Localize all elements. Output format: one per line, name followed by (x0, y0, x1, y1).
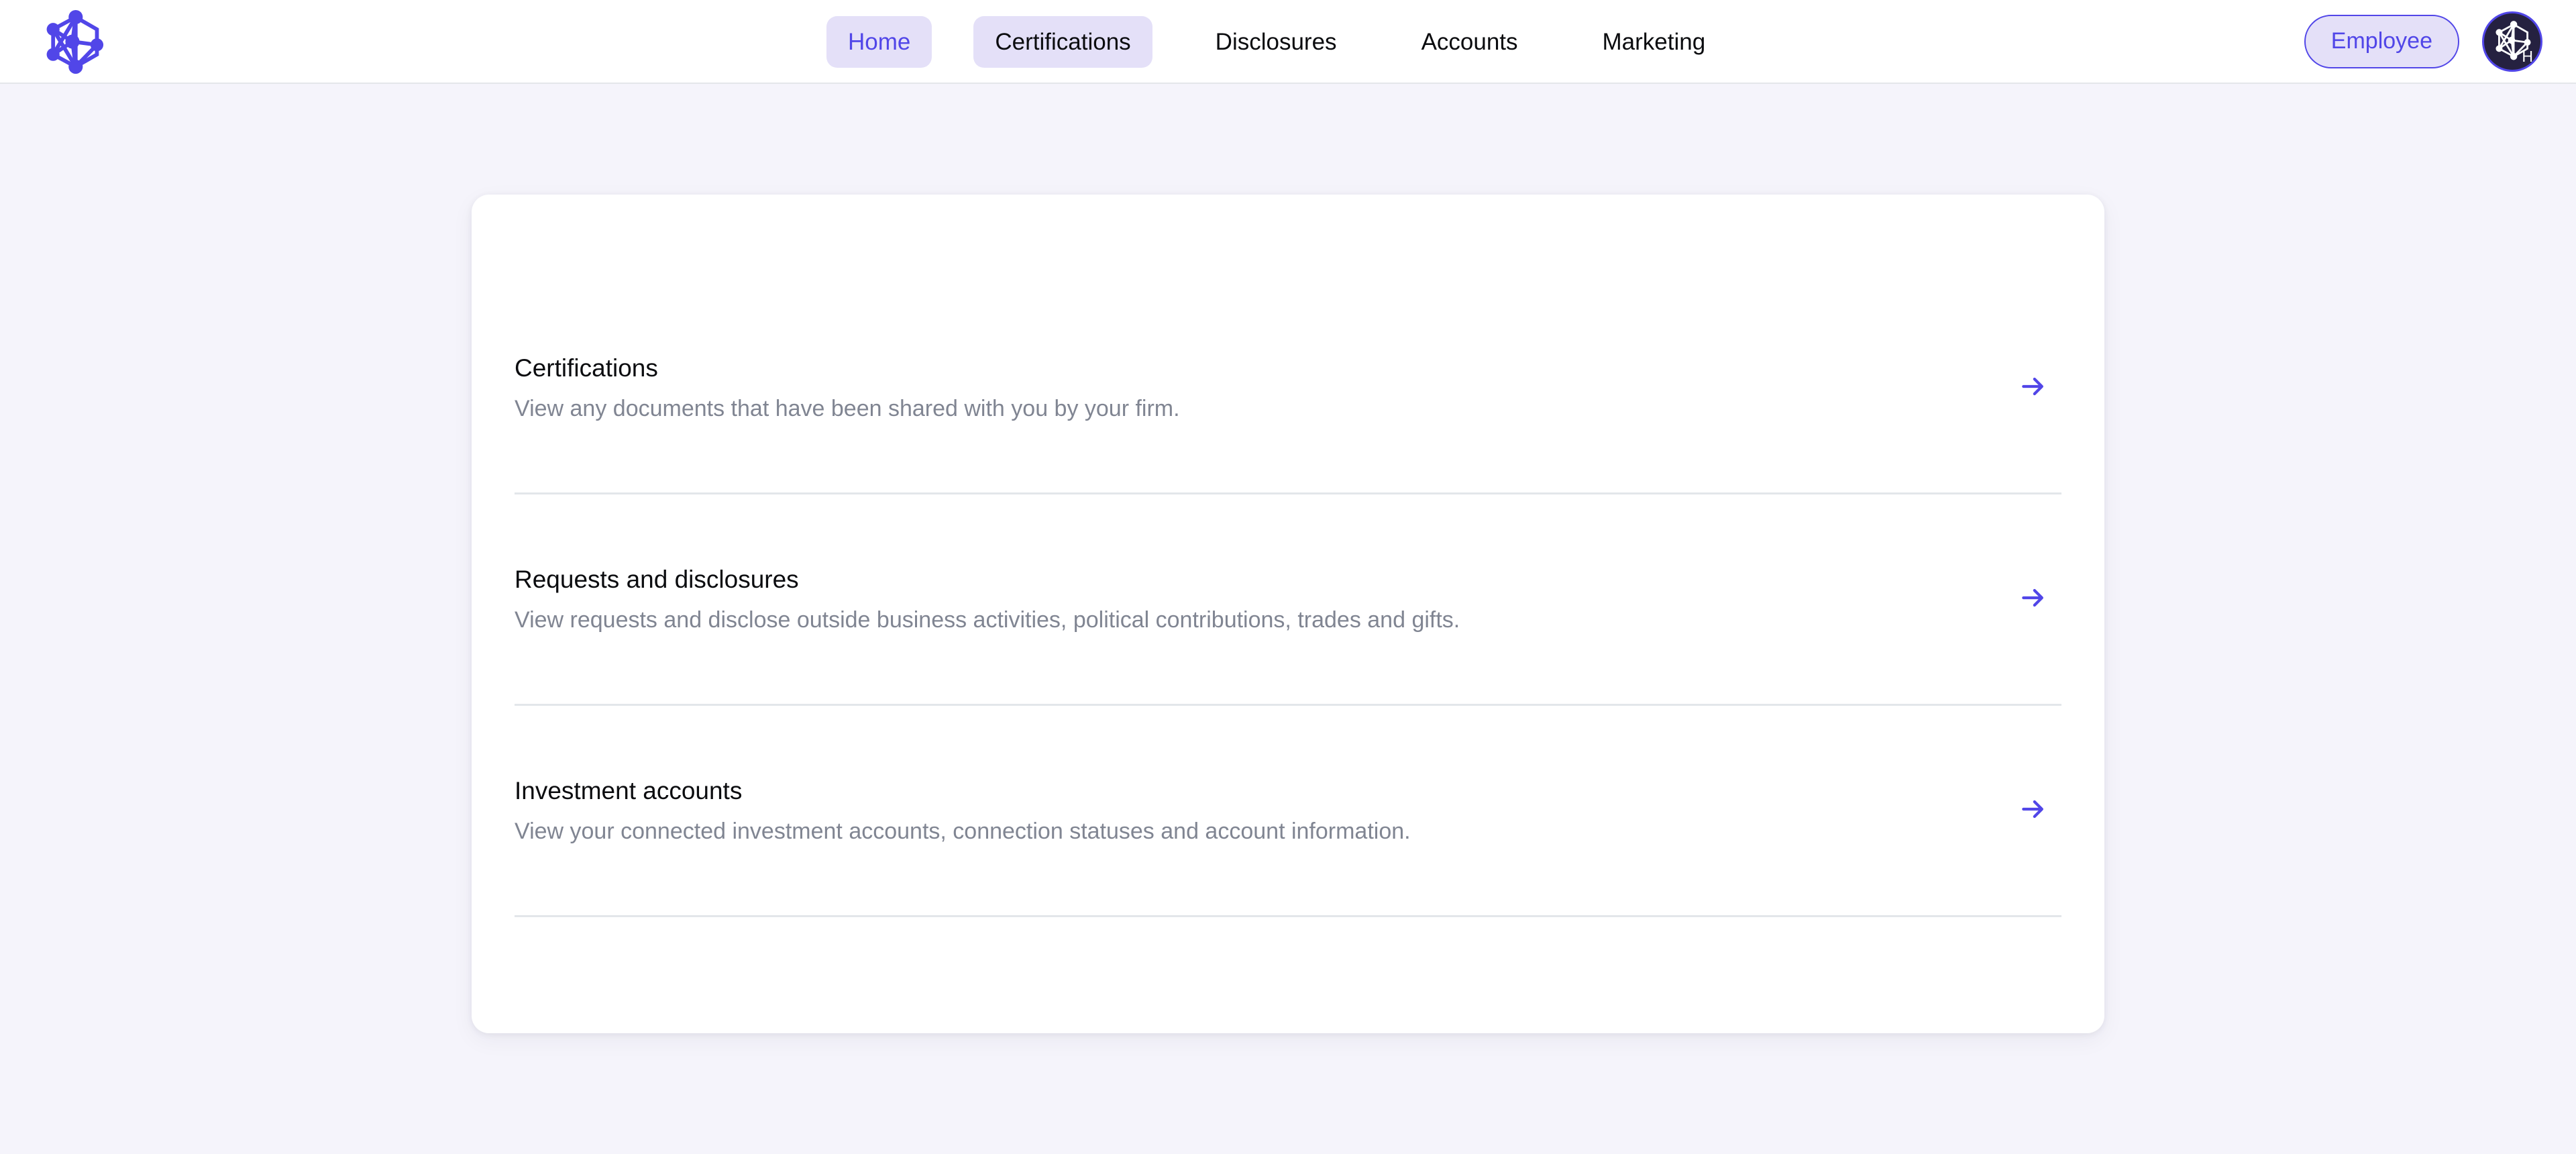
section-description: View your connected investment accounts,… (515, 819, 1411, 844)
section-description: View any documents that have been shared… (515, 396, 1180, 421)
app-header: Home Certifications Disclosures Accounts… (0, 0, 2576, 84)
section-row-certifications: Certifications View any documents that h… (515, 195, 2061, 420)
home-sections-card: Certifications View any documents that h… (472, 195, 2104, 1033)
section-title: Certifications (515, 354, 658, 382)
section-row-requests-and-disclosures: Requests and disclosures View requests a… (515, 494, 2061, 631)
role-badge-employee[interactable]: Employee (2304, 14, 2459, 68)
section-row-text: Requests and disclosures View requests a… (515, 567, 1460, 631)
section-divider (515, 915, 2061, 917)
section-description: View requests and disclose outside busin… (515, 607, 1460, 633)
nav-item-marketing[interactable]: Marketing (1581, 16, 1727, 68)
section-row-text: Certifications View any documents that h… (515, 356, 1180, 420)
header-actions: Employee H (2304, 11, 2542, 72)
main-navigation: Home Certifications Disclosures Accounts… (826, 0, 1727, 84)
user-avatar[interactable]: H (2482, 11, 2542, 72)
arrow-right-icon[interactable] (2015, 790, 2052, 828)
section-row-text: Investment accounts View your connected … (515, 778, 1411, 843)
section-title: Investment accounts (515, 777, 743, 804)
section-row-investment-accounts: Investment accounts View your connected … (515, 706, 2061, 843)
avatar-initial: H (2522, 47, 2533, 65)
nav-item-disclosures[interactable]: Disclosures (1194, 16, 1358, 68)
nav-item-home[interactable]: Home (826, 16, 932, 68)
nav-item-certifications[interactable]: Certifications (973, 16, 1152, 68)
nav-item-accounts[interactable]: Accounts (1400, 16, 1540, 68)
app-logo[interactable] (37, 6, 108, 77)
page-body: Certifications View any documents that h… (0, 84, 2576, 1154)
section-title: Requests and disclosures (515, 566, 799, 593)
section-row-link[interactable]: Requests and disclosures View requests a… (515, 567, 2061, 631)
network-graph-logo-icon (40, 9, 105, 74)
section-row-link[interactable]: Certifications View any documents that h… (515, 356, 2061, 420)
section-row-link[interactable]: Investment accounts View your connected … (515, 778, 2061, 843)
arrow-right-icon[interactable] (2015, 579, 2052, 617)
arrow-right-icon[interactable] (2015, 368, 2052, 405)
